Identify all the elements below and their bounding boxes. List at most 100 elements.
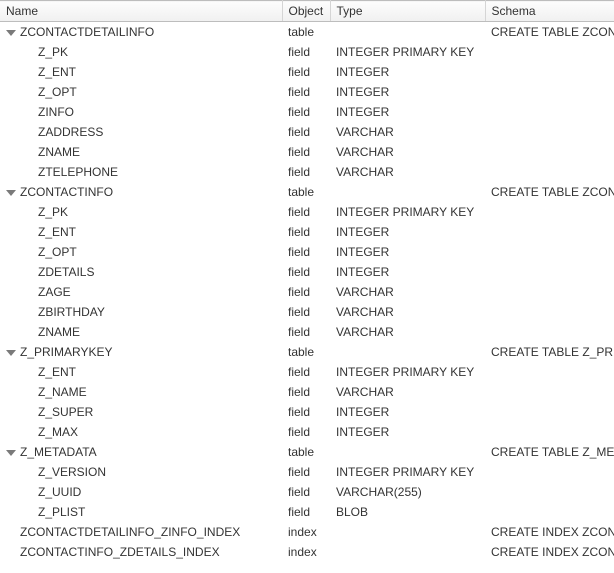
row-schema [485,202,614,222]
row-type: INTEGER PRIMARY KEY [330,42,485,62]
column-header-object[interactable]: Object [282,1,330,22]
row-object: field [282,202,330,222]
table-row[interactable]: ZCONTACTDETAILINFOtableCREATE TABLE ZCON… [0,22,614,42]
row-object: index [282,542,330,562]
row-object: table [282,342,330,362]
row-name: Z_UUID [38,485,81,499]
row-object: field [282,502,330,522]
row-name: Z_OPT [38,245,77,259]
row-schema [485,462,614,482]
row-object: field [282,242,330,262]
row-schema [485,222,614,242]
row-type: INTEGER [330,62,485,82]
disclosure-triangle-icon[interactable] [6,30,16,36]
table-row[interactable]: Z_NAMEfieldVARCHAR [0,382,614,402]
row-schema [485,362,614,382]
table-row[interactable]: ZTELEPHONEfieldVARCHAR [0,162,614,182]
row-schema: CREATE TABLE Z_METAD [485,442,614,462]
row-type: INTEGER [330,262,485,282]
row-type [330,522,485,542]
row-schema [485,422,614,442]
disclosure-triangle-icon[interactable] [6,450,16,456]
row-type: INTEGER [330,222,485,242]
row-schema: CREATE TABLE ZCONTAC [485,22,614,42]
table-row[interactable]: ZCONTACTINFO table CREATE TABLE ZCONTAC [0,182,614,202]
table-row[interactable]: ZCONTACTINFO_ZDETAILS_INDEXindexCREATE I… [0,542,614,562]
row-name: Z_ENT [38,65,76,79]
row-name: Z_PRIMARYKEY [20,345,112,359]
row-object: table [282,182,330,202]
row-name: ZBIRTHDAY [38,305,105,319]
table-row[interactable]: Z_OPTfieldINTEGER [0,82,614,102]
table-row[interactable]: Z_UUIDfieldVARCHAR(255) [0,482,614,502]
table-row[interactable]: Z_METADATAtableCREATE TABLE Z_METAD [0,442,614,462]
row-schema [485,482,614,502]
table-row[interactable]: Z_PLIST fieldBLOB [0,502,614,522]
table-row[interactable]: ZINFOfieldINTEGER [0,102,614,122]
table-row[interactable]: ZNAMEfieldVARCHAR [0,322,614,342]
table-row[interactable]: ZAGEfieldVARCHAR [0,282,614,302]
row-type: INTEGER PRIMARY KEY [330,362,485,382]
table-row[interactable]: Z_PKfieldINTEGER PRIMARY KEY [0,202,614,222]
row-object: table [282,442,330,462]
row-schema: CREATE TABLE ZCONTAC [485,182,614,202]
row-schema: CREATE INDEX ZCONTAC [485,542,614,562]
table-row[interactable]: Z_OPTfieldINTEGER [0,242,614,262]
row-object: table [282,22,330,42]
row-type: VARCHAR(255) [330,482,485,502]
row-name: Z_NAME [38,385,87,399]
row-type: BLOB [330,502,485,522]
row-name: Z_OPT [38,85,77,99]
row-type: INTEGER [330,422,485,442]
table-row[interactable]: Z_ENT fieldINTEGER [0,62,614,82]
row-name: Z_PK [38,45,68,59]
row-name: Z_SUPER [38,405,93,419]
column-header-type[interactable]: Type [330,1,485,22]
table-row[interactable]: Z_PKfieldINTEGER PRIMARY KEY [0,42,614,62]
row-type: VARCHAR [330,122,485,142]
row-object: field [282,102,330,122]
row-type [330,442,485,462]
row-object: field [282,262,330,282]
row-type: INTEGER [330,102,485,122]
row-name: Z_ENT [38,365,76,379]
table-row[interactable]: ZADDRESSfieldVARCHAR [0,122,614,142]
row-object: field [282,122,330,142]
row-name: ZCONTACTINFO [20,185,113,199]
row-schema [485,82,614,102]
row-type: INTEGER [330,402,485,422]
table-row[interactable]: Z_MAXfieldINTEGER [0,422,614,442]
column-header-schema[interactable]: Schema [485,1,614,22]
row-name: Z_PLIST [38,505,85,519]
row-object: field [282,162,330,182]
row-type [330,342,485,362]
table-row[interactable]: Z_SUPER fieldINTEGER [0,402,614,422]
row-schema: CREATE TABLE Z_PRIMAR [485,342,614,362]
row-object: field [282,282,330,302]
table-row[interactable]: Z_VERSIONfieldINTEGER PRIMARY KEY [0,462,614,482]
row-object: field [282,402,330,422]
table-row[interactable]: Z_ENT fieldINTEGER PRIMARY KEY [0,362,614,382]
column-header-name[interactable]: Name [0,1,282,22]
row-type: VARCHAR [330,142,485,162]
disclosure-triangle-icon[interactable] [6,350,16,356]
row-schema [485,262,614,282]
row-schema [485,322,614,342]
row-schema [485,382,614,402]
row-name: ZNAME [38,325,80,339]
table-row[interactable]: Z_PRIMARYKEY table CREATE TABLE Z_PRIMAR [0,342,614,362]
table-row[interactable]: ZBIRTHDAYfieldVARCHAR [0,302,614,322]
disclosure-triangle-icon[interactable] [6,190,16,196]
row-type: VARCHAR [330,302,485,322]
row-schema [485,122,614,142]
row-object: field [282,362,330,382]
row-type: VARCHAR [330,282,485,302]
table-row[interactable]: ZCONTACTDETAILINFO_ZINFO_INDEXindexCREAT… [0,522,614,542]
table-row[interactable]: Z_ENTfieldINTEGER [0,222,614,242]
row-schema [485,142,614,162]
row-object: field [282,62,330,82]
row-schema [485,242,614,262]
table-row[interactable]: ZNAMEfieldVARCHAR [0,142,614,162]
row-object: field [282,142,330,162]
table-row[interactable]: ZDETAILSfieldINTEGER [0,262,614,282]
